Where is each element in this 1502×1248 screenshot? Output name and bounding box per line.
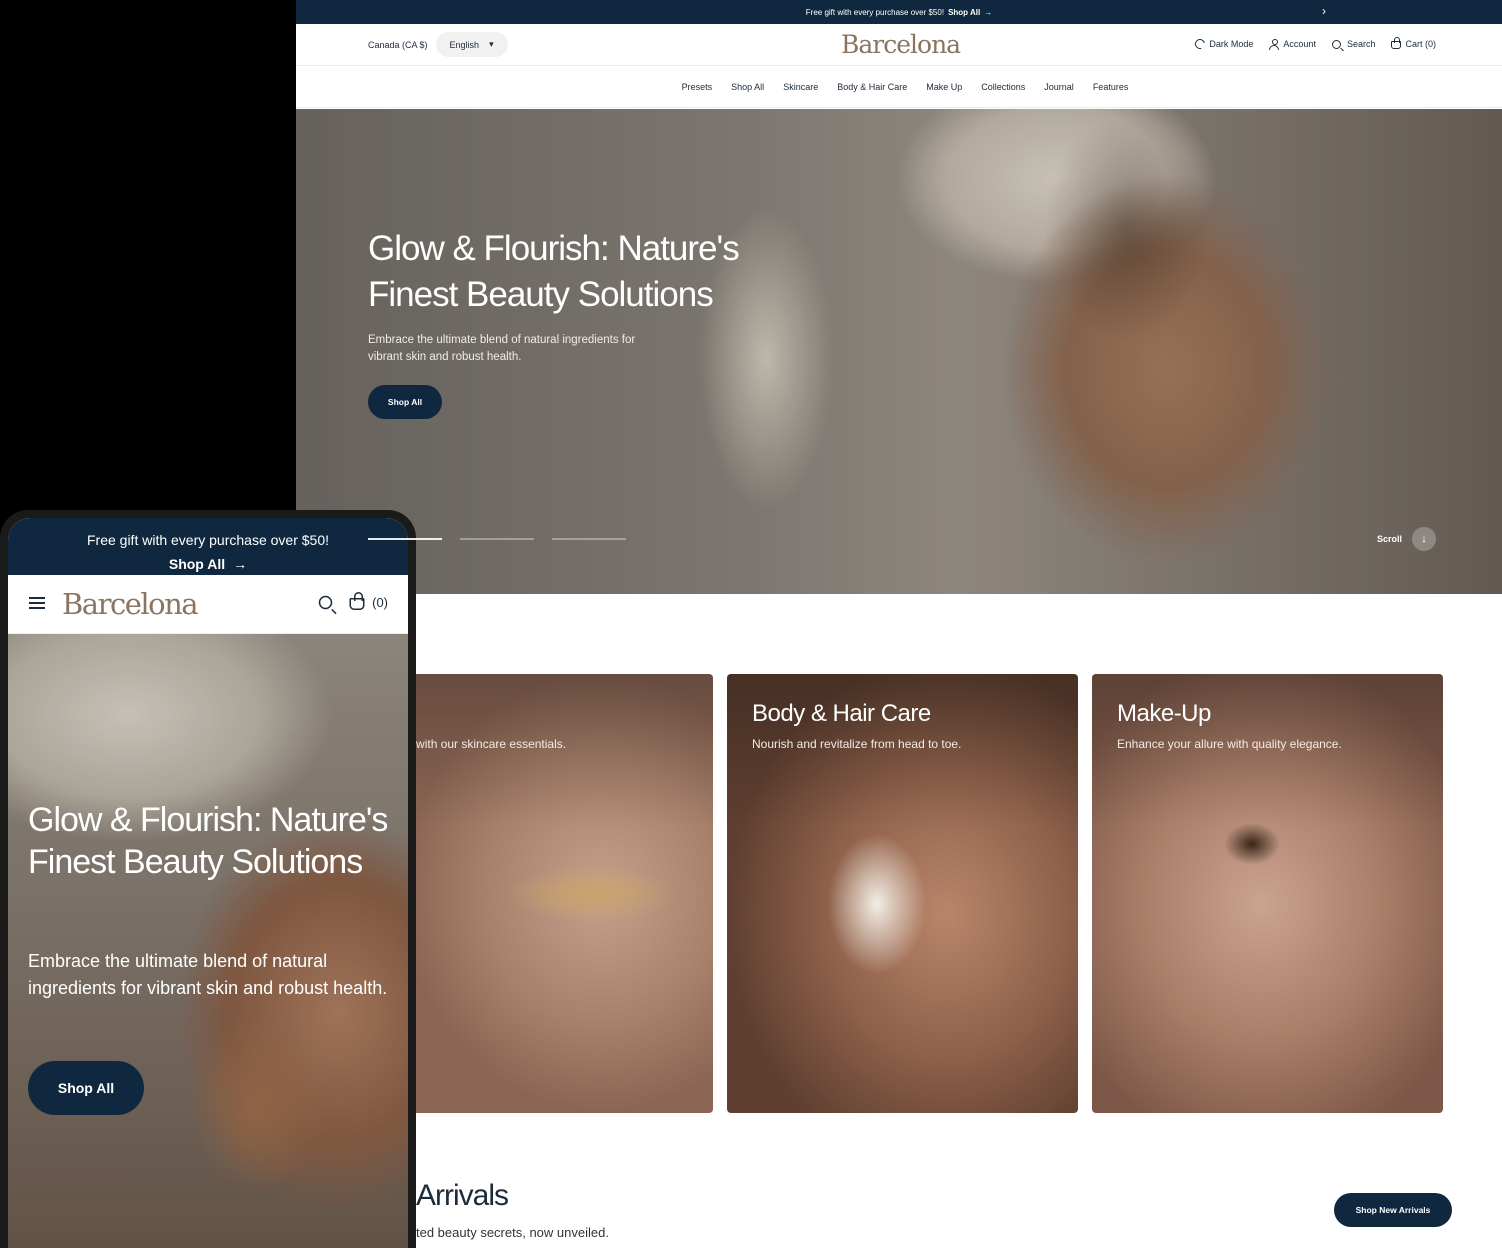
arrow-right-icon[interactable]: → xyxy=(984,8,992,17)
arrivals-text: ted beauty secrets, now unveiled. xyxy=(416,1225,609,1240)
mobile-logo[interactable]: Barcelona xyxy=(62,587,199,621)
user-icon xyxy=(1269,39,1280,50)
nav-item-collections[interactable]: Collections xyxy=(981,82,1025,92)
mobile-announcement-link[interactable]: Shop All → xyxy=(169,552,247,576)
scroll-button[interactable]: Scroll ↓ xyxy=(1377,527,1436,551)
nav-item-make-up[interactable]: Make Up xyxy=(926,82,962,92)
hero-title: Glow & Flourish: Nature's Finest Beauty … xyxy=(368,229,740,314)
search-icon[interactable] xyxy=(318,595,333,610)
site-header: Canada (CA $) English ▾ Barcelona Dark M… xyxy=(296,24,1502,66)
nav-item-journal[interactable]: Journal xyxy=(1044,82,1074,92)
arrivals-title: Arrivals xyxy=(416,1179,509,1212)
nav-item-skincare[interactable]: Skincare xyxy=(783,82,818,92)
site-logo[interactable]: Barcelona xyxy=(841,30,961,59)
mobile-shop-all-button[interactable]: Shop All xyxy=(28,1061,144,1115)
announcement-bar: Free gift with every purchase over $50! … xyxy=(296,0,1502,24)
category-text: Enhance your allure with quality eleganc… xyxy=(1117,737,1342,751)
desktop-view: Free gift with every purchase over $50! … xyxy=(296,0,1502,1248)
bag-icon xyxy=(349,591,365,610)
category-cards: ncare te naturally with our skincare ess… xyxy=(362,674,1443,1113)
mobile-cart-link[interactable]: (0) xyxy=(349,591,388,610)
hero-subtitle: Embrace the ultimate blend of natural in… xyxy=(368,334,636,363)
nav-item-features[interactable]: Features xyxy=(1093,82,1129,92)
mobile-view: Free gift with every purchase over $50! … xyxy=(8,518,408,1248)
language-selector[interactable]: English ▾ xyxy=(435,32,508,57)
mobile-device-frame: Free gift with every purchase over $50! … xyxy=(0,510,416,1248)
menu-icon[interactable] xyxy=(29,597,45,609)
slide-indicator[interactable] xyxy=(460,538,534,540)
announcement-link[interactable]: Shop All xyxy=(948,8,980,17)
shop-new-arrivals-button[interactable]: Shop New Arrivals xyxy=(1334,1193,1452,1227)
category-card-body-hair[interactable]: Body & Hair Care Nourish and revitalize … xyxy=(727,674,1078,1113)
announcement-text: Free gift with every purchase over $50! xyxy=(805,7,945,17)
search-link[interactable]: Search xyxy=(1331,39,1376,49)
category-title: Body & Hair Care xyxy=(752,700,931,727)
chevron-right-icon[interactable]: › xyxy=(1322,4,1326,18)
cart-count: (0) xyxy=(372,595,388,610)
cart-label: Cart (0) xyxy=(1405,39,1436,49)
account-link[interactable]: Account xyxy=(1269,39,1316,50)
account-label: Account xyxy=(1283,39,1316,49)
main-nav: Presets Shop All Skincare Body & Hair Ca… xyxy=(296,66,1502,108)
category-card-make-up[interactable]: Make-Up Enhance your allure with quality… xyxy=(1092,674,1443,1113)
slide-indicator[interactable] xyxy=(552,538,626,540)
caret-down-icon: ▾ xyxy=(489,39,494,49)
nav-item-body-hair-care[interactable]: Body & Hair Care xyxy=(837,82,907,92)
search-label: Search xyxy=(1346,39,1376,49)
cart-link[interactable]: Cart (0) xyxy=(1391,37,1436,49)
hero-shop-all-button[interactable]: Shop All xyxy=(368,385,442,419)
mobile-header: Barcelona (0) xyxy=(8,575,408,634)
mobile-announcement-text: Free gift with every purchase over $50! xyxy=(86,532,329,548)
slide-indicator[interactable] xyxy=(368,538,442,540)
moon-icon xyxy=(1193,37,1208,51)
nav-item-shop-all[interactable]: Shop All xyxy=(731,82,764,92)
arrow-right-icon: → xyxy=(233,556,248,572)
dark-mode-label: Dark Mode xyxy=(1209,39,1254,49)
nav-item-presets[interactable]: Presets xyxy=(682,82,713,92)
language-label: English xyxy=(449,39,480,50)
category-title: Make-Up xyxy=(1117,700,1211,727)
country-selector[interactable]: Canada (CA $) xyxy=(368,40,428,50)
scroll-label: Scroll xyxy=(1376,534,1402,544)
hero-banner: Glow & Flourish: Nature's Finest Beauty … xyxy=(296,109,1502,594)
mobile-link-label: Shop All xyxy=(168,556,226,572)
mobile-hero: Glow & Flourish: Nature's Finest Beauty … xyxy=(8,634,408,1248)
dark-mode-toggle[interactable]: Dark Mode xyxy=(1193,37,1254,51)
search-icon xyxy=(1331,39,1341,49)
bag-icon xyxy=(1391,37,1402,49)
mobile-hero-text: Embrace the ultimate blend of natural in… xyxy=(28,951,388,998)
category-text: Nourish and revitalize from head to toe. xyxy=(752,737,962,751)
arrow-down-icon: ↓ xyxy=(1412,527,1436,551)
mobile-hero-title: Glow & Flourish: Nature's Finest Beauty … xyxy=(28,801,388,881)
slide-indicators xyxy=(368,538,626,540)
mobile-announcement-bar: Free gift with every purchase over $50! … xyxy=(8,518,408,575)
